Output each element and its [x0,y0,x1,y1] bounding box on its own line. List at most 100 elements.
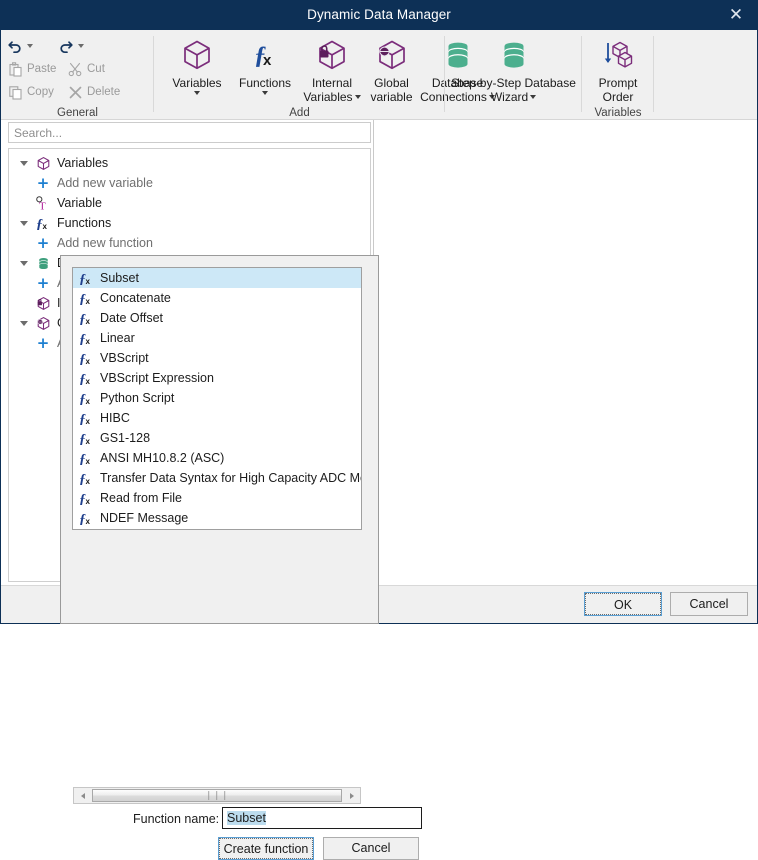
scrollbar-thumb[interactable]: ❘❘❘ [92,789,342,802]
variables-button[interactable]: Variables [163,33,231,95]
svg-text:x: x [86,337,91,346]
expander-icon[interactable] [15,153,33,173]
cut-button[interactable]: Cut [67,59,105,79]
list-item-label: Date Offset [100,311,163,325]
undo-dropdown-caret[interactable] [27,44,33,48]
tree-item-functions[interactable]: ƒ x Functions [9,213,370,233]
fx-icon: ƒx [77,369,95,387]
tree-item-variables[interactable]: Variables [9,153,370,173]
ribbon-group-general-caption: General [1,107,154,119]
function-name-input[interactable] [222,807,422,829]
fx-icon: ƒx [77,449,95,467]
list-item[interactable]: ƒx Python Script [73,388,361,408]
redo-dropdown-caret[interactable] [78,44,84,48]
cancel-button[interactable]: Cancel [670,592,748,616]
list-item[interactable]: ƒx HIBC [73,408,361,428]
global-variable-label-line2: variable [370,90,412,104]
svg-text:x: x [86,297,91,306]
chevron-down-icon[interactable] [355,95,361,99]
list-item[interactable]: ƒx Date Offset [73,308,361,328]
function-type-list[interactable]: ƒx Subset ƒx Concatenate ƒx Date Offset … [72,267,362,530]
tree-item-label: Variables [57,156,108,170]
detail-panel [373,120,757,585]
internal-variables-button[interactable]: Internal Variables [299,33,365,104]
list-item-label: Concatenate [100,291,171,305]
create-function-button-label: Create function [219,838,313,859]
search-input[interactable] [8,122,371,143]
copy-label: Copy [27,86,54,98]
cube-icon [180,36,214,74]
create-function-dialog: ƒx Subset ƒx Concatenate ƒx Date Offset … [60,255,379,624]
ribbon-group-wizard: Step-by-Step Database Wizard [445,30,582,120]
tree-item-add-new-variable[interactable]: + Add new variable [9,173,370,193]
expander-icon[interactable] [15,313,33,333]
fx-icon: ƒ x [248,36,282,74]
close-button[interactable]: ✕ [714,0,758,30]
tree-item-label: Functions [57,216,111,230]
chevron-down-icon[interactable] [530,95,536,99]
scroll-right-arrow-icon[interactable] [343,788,360,803]
svg-text:T: T [39,201,46,212]
tree-item-variable[interactable]: T Variable [9,193,370,213]
ok-button[interactable]: OK [584,592,662,616]
expander-icon[interactable] [15,253,33,273]
list-item-label: NDEF Message [100,511,188,525]
plus-icon: + [33,333,53,353]
functions-button[interactable]: ƒ x Functions [231,33,299,95]
plus-icon: + [33,173,53,193]
window-title: Dynamic Data Manager [0,0,758,30]
paste-icon [7,61,23,77]
undo-button[interactable] [7,36,33,56]
text-variable-icon: T [33,193,53,213]
function-name-label: Function name: [133,812,219,826]
tree-item-add-new-function[interactable]: + Add new function [9,233,370,253]
delete-button[interactable]: Delete [67,82,120,102]
wizard-label-line1: Step-by-Step Database [451,76,576,90]
global-variable-button[interactable]: Global variable [365,33,418,104]
dialog-cancel-button[interactable]: Cancel [323,837,419,860]
fx-icon: ƒx [77,469,95,487]
global-variable-label-line1: Global [374,76,409,90]
wizard-label-line2: Wizard [491,90,528,104]
title-bar: Dynamic Data Manager ✕ [0,0,758,30]
list-item[interactable]: ƒx Transfer Data Syntax for High Capacit… [73,468,361,488]
list-item[interactable]: ƒx VBScript Expression [73,368,361,388]
svg-text:x: x [86,457,91,466]
group-divider [653,36,654,112]
list-item[interactable]: ƒx Linear [73,328,361,348]
list-item[interactable]: ƒx Subset [73,268,361,288]
scroll-left-arrow-icon[interactable] [74,788,91,803]
undo-icon [7,38,23,54]
global-variable-label: Global variable [370,76,412,104]
horizontal-scrollbar[interactable]: ❘❘❘ [73,787,361,804]
plus-icon: + [33,233,53,253]
prompt-order-button[interactable]: Prompt Order [584,33,652,104]
redo-button[interactable] [58,36,84,56]
svg-text:x: x [263,52,272,69]
fx-icon: ƒx [77,269,95,287]
delete-label: Delete [87,86,120,98]
chevron-down-icon[interactable] [262,91,268,95]
fx-icon: ƒ x [33,213,53,233]
expander-icon[interactable] [15,213,33,233]
svg-text:x: x [86,417,91,426]
list-item[interactable]: ƒx VBScript [73,348,361,368]
svg-text:x: x [43,222,48,231]
ribbon-group-add-caption: Add [154,107,445,119]
list-item[interactable]: ƒx Read from File [73,488,361,508]
paste-button[interactable]: Paste [7,59,56,79]
list-item[interactable]: ƒx GS1-128 [73,428,361,448]
step-by-step-database-wizard-button[interactable]: Step-by-Step Database Wizard [447,33,580,104]
create-function-button[interactable]: Create function [218,837,314,860]
list-item[interactable]: ƒx ANSI MH10.8.2 (ASC) [73,448,361,468]
copy-button[interactable]: Copy [7,82,54,102]
list-item[interactable]: ƒx Concatenate [73,288,361,308]
ribbon-toolbar: Paste Cut C [1,30,757,120]
list-item[interactable]: ƒx NDEF Message [73,508,361,528]
step-by-step-database-wizard-label: Step-by-Step Database Wizard [451,76,576,104]
cube-globe-icon [375,36,409,74]
database-icon [497,36,531,74]
chevron-down-icon[interactable] [194,91,200,95]
svg-text:x: x [86,317,91,326]
cube-lock-icon [33,293,53,313]
